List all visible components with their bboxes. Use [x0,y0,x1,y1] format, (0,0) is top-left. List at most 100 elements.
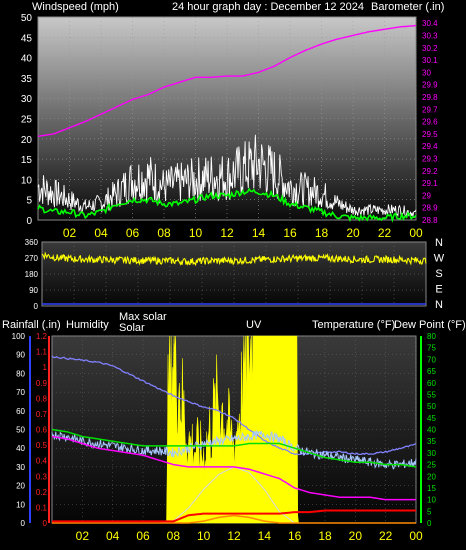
rain-tick-label: 0.9 [36,379,48,388]
humidity-tick-label: 90 [16,351,25,360]
y-tick-label: 270 [25,254,39,263]
x-tick-label: 08 [157,226,171,240]
y2-tick-label: 29.6 [422,118,438,127]
barometer-axis-title: Barometer (.in) [371,1,444,13]
humidity-tick-label: 50 [16,426,25,435]
x-tick-label: 20 [349,529,363,543]
temperature-tick-label: 60 [427,379,436,388]
x-tick-label: 20 [346,226,360,240]
y2-tick-label: 28.8 [422,216,438,225]
humidity-tick-label: 30 [16,463,25,472]
panel1-x-axis: 02 04 06 08 10 12 14 16 18 20 22 00 [63,226,423,240]
temperature-tick-label: 40 [427,426,436,435]
panel1-right-axis: 28.8 28.9 29 29.1 29.2 29.3 29.4 29.5 29.6 29.7 29… [422,19,438,225]
temperature-tick-label: 5 [427,507,432,516]
y-tick-label: 180 [25,270,39,279]
temperature-tick-label: 75 [427,344,436,353]
y2-tick-label: 28.9 [422,204,438,213]
humidity-tick-label: 0 [21,519,26,528]
x-tick-label: 06 [126,226,140,240]
panel2-compass-axis: NWSEN [434,237,445,311]
x-tick-label: 04 [106,529,120,543]
chart-title: 24 hour graph day : December 12 2024 [172,1,364,13]
weather-graph: Windspeed (mph) 24 hour graph day : Dece… [2,1,466,543]
dewpoint-axis-title: Dew Point (°F) [394,319,466,331]
y2-tick-label: 29.8 [422,93,438,102]
x-tick-label: 14 [258,529,272,543]
y2-tick-label: 29.9 [422,81,438,90]
y-tick-label: 25 [21,115,33,126]
rain-tick-label: 1.1 [36,348,48,357]
wind-axis-title: Windspeed (mph) [32,1,119,13]
temperature-tick-label: 45 [427,414,436,423]
y-tick-label: 360 [25,238,39,247]
x-tick-label: 12 [220,226,234,240]
humidity-axis-title: Humidity [66,319,109,331]
x-tick-label: 00 [409,529,423,543]
x-tick-label: 12 [227,529,241,543]
rain-tick-label: 1.2 [36,332,48,341]
y-tick-label: 20 [21,135,33,146]
y-tick-label: 40 [21,54,33,65]
rain-tick-label: 0.7 [36,410,48,419]
y2-tick-label: 30.2 [422,44,438,53]
solar-label: Solar [119,322,145,334]
panel3-temperature-axis: 0 5 10 15 20 25 30 35 40 45 50 55 60 65 70 75 80 [420,332,436,528]
rain-tick-label: 0.4 [36,457,48,466]
x-tick-label: 16 [288,529,302,543]
x-tick-label: 14 [252,226,266,240]
temperature-tick-label: 0 [427,519,432,528]
y-tick-label: 90 [29,286,38,295]
uv-label: UV [246,319,262,331]
rain-tick-label: 0 [43,519,48,528]
y2-tick-label: 29.2 [422,167,438,176]
panel2-left-axis: 0 90 180 270 360 [25,238,39,311]
y-tick-label: 10 [21,175,33,186]
temperature-tick-label: 25 [427,461,436,470]
y-tick-label: 0 [34,302,39,311]
temperature-axis-title: Temperature (°F) [312,319,395,331]
temperature-tick-label: 20 [427,472,436,481]
wind-barometer-panel: 05101520253035404550 28.828.92929.129.22… [21,13,438,240]
y2-tick-label: 29.3 [422,154,438,163]
panel3-rain-axis: 0 0.1 0.2 0.3 0.4 0.5 0.6 0.7 0.8 0.9 1 1.1 1.2 [36,332,50,528]
y-tick-label: 15 [21,155,33,166]
y-tick-label: 35 [21,74,33,85]
y2-tick-label: 29.4 [422,142,438,151]
temperature-tick-label: 70 [427,355,436,364]
x-tick-label: 18 [315,226,329,240]
y-tick-label: 5 [26,196,32,207]
temperature-tick-label: 30 [427,449,436,458]
x-tick-label: 04 [94,226,108,240]
y2-tick-label: 30.4 [422,19,438,28]
x-tick-label: 00 [409,226,423,240]
x-tick-label: 16 [283,226,297,240]
humidity-tick-label: 10 [16,500,25,509]
y2-tick-label: 29.5 [422,130,438,139]
compass-label: N [435,237,443,249]
y2-tick-label: 30.1 [422,56,438,65]
rain-tick-label: 0.6 [36,426,48,435]
x-tick-label: 02 [63,226,77,240]
compass-label: S [435,268,442,280]
temperature-tick-label: 10 [427,496,436,505]
weather-multi-panel: 0 0.1 0.2 0.3 0.4 0.5 0.6 0.7 0.8 0.9 1 1.1 1.2 0 10 2… [12,332,437,543]
humidity-tick-label: 60 [16,407,25,416]
humidity-tick-label: 80 [16,369,25,378]
humidity-tick-label: 70 [16,388,25,397]
panel1-left-axis: 0 5 10 15 20 25 30 35 40 45 50 [21,13,33,227]
x-tick-label: 10 [189,226,203,240]
rain-tick-label: 0.8 [36,394,48,403]
compass-label: E [435,284,442,296]
x-tick-label: 08 [167,529,181,543]
rain-tick-label: 0.3 [36,472,48,481]
y-tick-label: 30 [21,94,33,105]
temperature-tick-label: 80 [427,332,436,341]
rain-tick-label: 1 [43,363,48,372]
y2-tick-label: 29.1 [422,179,438,188]
rain-tick-label: 0.1 [36,503,48,512]
rainfall-axis-title: Rainfall (.in) [2,319,61,331]
panel3-x-axis: 02 04 06 08 10 12 14 16 18 20 22 00 [76,529,423,543]
compass-label: N [435,299,443,311]
y2-tick-label: 29 [422,191,431,200]
